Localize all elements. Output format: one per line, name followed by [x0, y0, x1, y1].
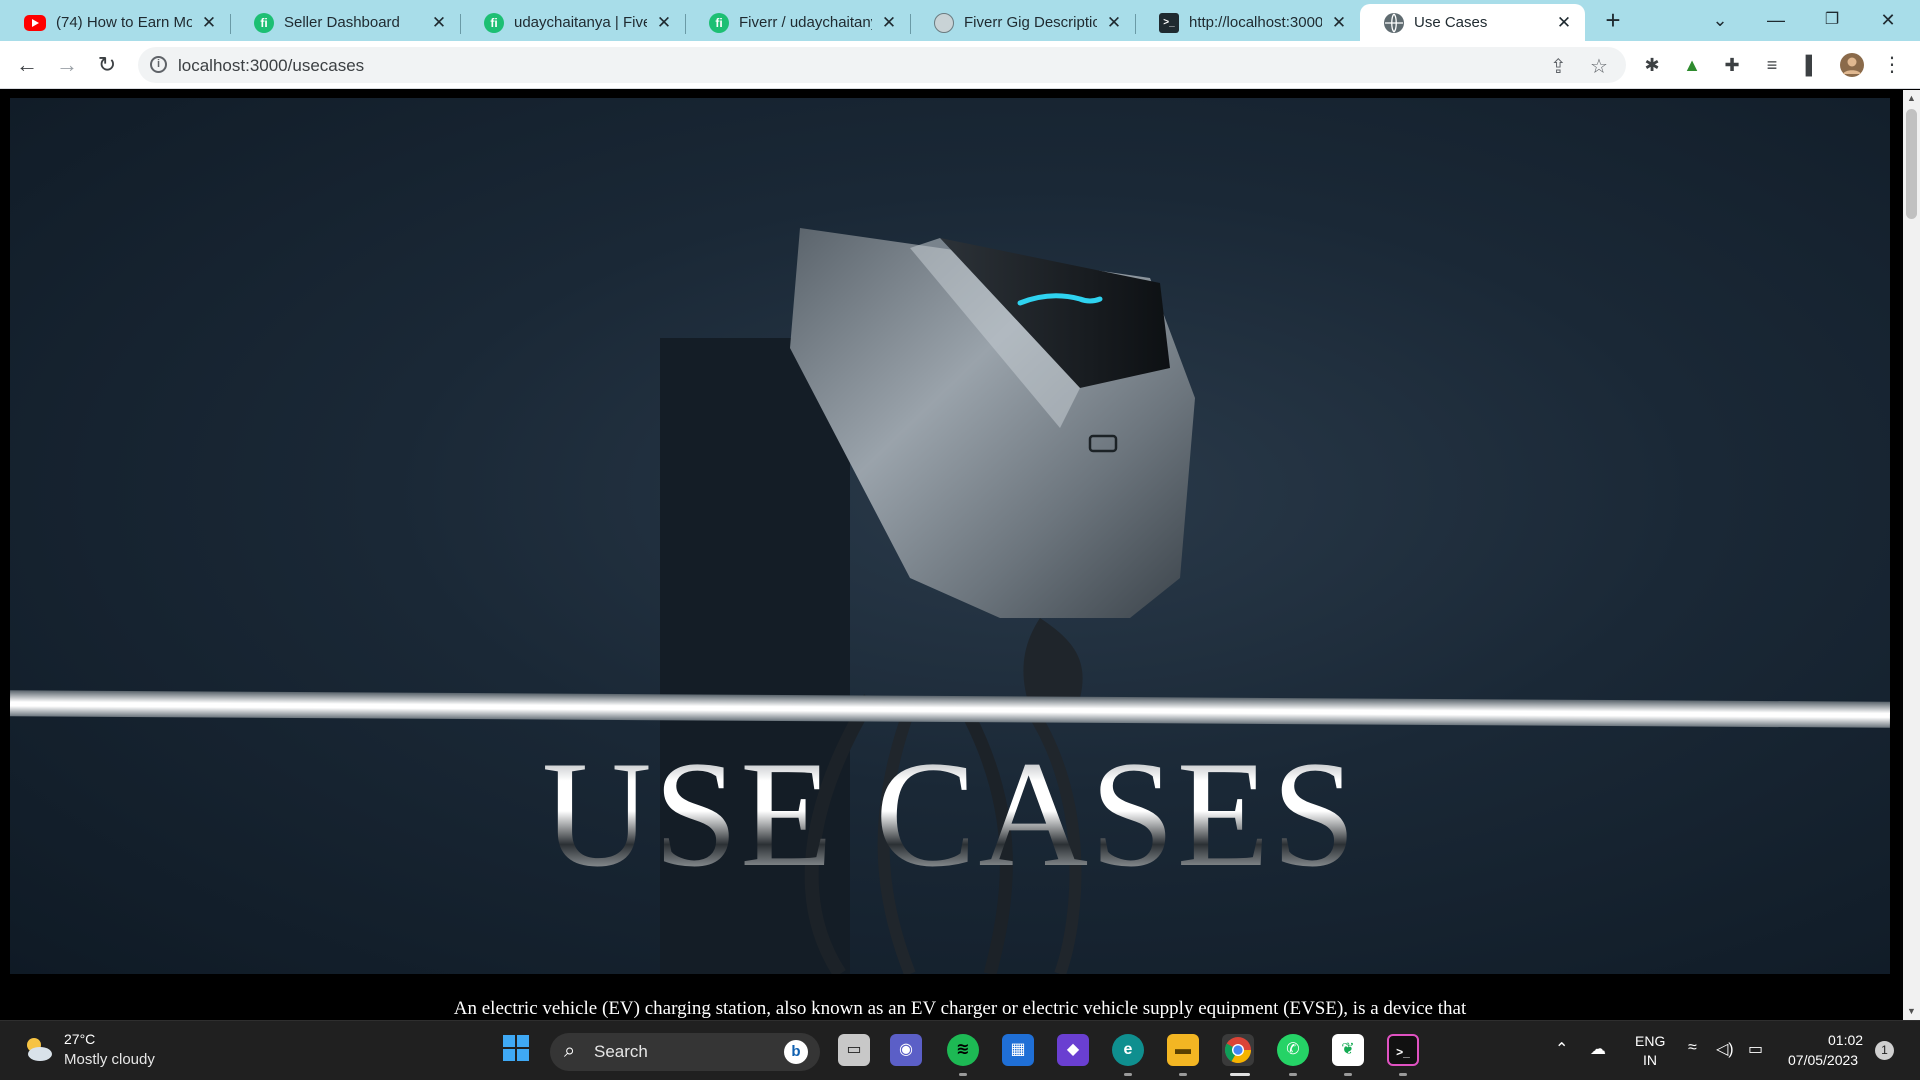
terminal-icon: >_ [1159, 12, 1179, 33]
close-window-button[interactable]: ✕ [1860, 0, 1916, 41]
tab-gig-description[interactable]: Fiverr Gig Description ✕ [910, 4, 1136, 41]
side-panel-icon[interactable]: ▌ [1800, 53, 1824, 77]
language-region[interactable]: IN [1643, 1052, 1657, 1068]
running-indicator [1124, 1073, 1132, 1076]
close-icon[interactable]: ✕ [655, 13, 673, 33]
youtube-icon [24, 14, 46, 31]
terminal-app-icon[interactable]: >_ [1387, 1034, 1419, 1066]
share-icon[interactable]: ⇪ [1550, 54, 1567, 79]
tab-use-cases[interactable]: Use Cases ✕ [1360, 4, 1585, 41]
tab-title: (74) How to Earn Mon [56, 14, 192, 31]
taskbar-search[interactable]: ⌕ Search b [550, 1033, 820, 1071]
search-icon: ⌕ [564, 1040, 576, 1062]
close-icon[interactable]: ✕ [430, 13, 448, 33]
scroll-thumb[interactable] [1906, 109, 1917, 219]
tab-fiverr-profile[interactable]: fi udaychaitanya | Fiverr ✕ [460, 4, 686, 41]
mongodb-icon[interactable]: ❦ [1332, 1034, 1364, 1066]
weather-description[interactable]: Mostly cloudy [64, 1051, 155, 1068]
page-scrollbar[interactable]: ▲ ▼ [1903, 90, 1920, 1020]
tab-title: udaychaitanya | Fiverr [514, 14, 647, 31]
hero-banner: USE CASES [10, 98, 1890, 974]
file-explorer-icon[interactable]: ▬ [1167, 1034, 1199, 1066]
scroll-down-arrow-icon[interactable]: ▼ [1903, 1003, 1920, 1020]
media-playlist-icon[interactable]: ≡ [1760, 53, 1784, 77]
battery-icon[interactable]: ▭ [1748, 1039, 1763, 1059]
running-indicator [1344, 1073, 1352, 1076]
tab-title: Seller Dashboard [284, 14, 400, 31]
browser-toolbar: ← → ↻ i localhost:3000/usecases ⇪ ☆ ✱ ▲ … [0, 41, 1920, 89]
tab-search-chevron-icon[interactable]: ⌄ [1692, 0, 1748, 41]
address-text[interactable]: localhost:3000/usecases [178, 56, 364, 76]
tab-fiverr-gigs[interactable]: fi Fiverr / udaychaitanya ✕ [685, 4, 911, 41]
reload-button[interactable]: ↻ [92, 50, 122, 80]
minimize-button[interactable]: — [1748, 0, 1804, 41]
close-icon[interactable]: ✕ [200, 13, 218, 33]
bookmark-star-icon[interactable]: ☆ [1590, 54, 1608, 79]
running-indicator [1179, 1073, 1187, 1076]
intro-paragraph: An electric vehicle (EV) charging statio… [453, 998, 1467, 1019]
close-icon[interactable]: ✕ [1555, 13, 1573, 33]
globe-icon [1384, 12, 1404, 33]
forward-button[interactable]: → [52, 50, 82, 80]
chatgpt-icon [934, 12, 954, 33]
task-view-icon[interactable]: ▭ [838, 1034, 870, 1066]
copilot-icon[interactable]: ◆ [1057, 1034, 1089, 1066]
tab-youtube[interactable]: (74) How to Earn Mon ✕ [0, 4, 231, 41]
teams-chat-icon[interactable]: ◉ [890, 1034, 922, 1066]
page-viewport: USE CASES An electric vehicle (EV) charg… [0, 90, 1920, 1020]
weather-cloud-icon[interactable] [22, 1035, 54, 1063]
show-hidden-icons-chevron-icon[interactable]: ⌃ [1555, 1039, 1568, 1059]
chrome-icon[interactable] [1222, 1034, 1254, 1066]
windows-start-icon[interactable] [500, 1034, 532, 1066]
address-bar[interactable]: i localhost:3000/usecases ⇪ ☆ [138, 47, 1626, 83]
wifi-icon[interactable]: ≈ [1688, 1039, 1697, 1057]
hero-title: USE CASES [10, 738, 1890, 890]
close-icon[interactable]: ✕ [1105, 13, 1123, 33]
new-tab-button[interactable]: + [1598, 6, 1628, 36]
notification-badge[interactable]: 1 [1875, 1041, 1894, 1060]
edge-icon[interactable]: e [1112, 1034, 1144, 1066]
tab-title: Fiverr Gig Description [964, 14, 1097, 31]
tab-strip: (74) How to Earn Mon ✕ fi Seller Dashboa… [0, 0, 1920, 41]
tab-localhost[interactable]: >_ http://localhost:3000 ✕ [1135, 4, 1360, 41]
bug-extension-icon[interactable]: ✱ [1640, 53, 1664, 77]
clock-date[interactable]: 07/05/2023 [1788, 1052, 1858, 1068]
scroll-up-arrow-icon[interactable]: ▲ [1903, 90, 1920, 107]
html-extension-icon[interactable]: ▲ [1680, 53, 1704, 77]
site-info-icon[interactable]: i [150, 56, 167, 73]
tab-seller-dashboard[interactable]: fi Seller Dashboard ✕ [230, 4, 461, 41]
profile-avatar[interactable] [1840, 53, 1864, 77]
weather-temperature[interactable]: 27°C [64, 1031, 95, 1047]
clock-time[interactable]: 01:02 [1828, 1032, 1863, 1048]
tab-title: Use Cases [1414, 14, 1488, 31]
extensions-puzzle-icon[interactable]: ✚ [1720, 53, 1744, 77]
search-label: Search [594, 1042, 648, 1061]
back-button[interactable]: ← [12, 50, 42, 80]
fiverr-icon: fi [484, 12, 504, 33]
close-icon[interactable]: ✕ [880, 13, 898, 33]
tab-title: Fiverr / udaychaitanya [739, 14, 872, 31]
fiverr-icon: fi [709, 12, 729, 33]
menu-kebab-icon[interactable]: ⋮ [1880, 53, 1904, 77]
close-icon[interactable]: ✕ [1330, 13, 1348, 33]
running-indicator [1289, 1073, 1297, 1076]
spotify-icon[interactable]: ≋ [947, 1034, 979, 1066]
restore-button[interactable]: ❐ [1804, 0, 1860, 41]
running-indicator [959, 1073, 967, 1076]
tab-title: http://localhost:3000 [1189, 14, 1322, 31]
bing-icon[interactable]: b [784, 1040, 808, 1064]
language-indicator[interactable]: ENG [1635, 1033, 1665, 1049]
onedrive-cloud-icon[interactable]: ☁ [1590, 1039, 1606, 1059]
running-indicator [1399, 1073, 1407, 1076]
whatsapp-icon[interactable]: ✆ [1277, 1034, 1309, 1066]
calendar-icon[interactable]: ▦ [1002, 1034, 1034, 1066]
fiverr-icon: fi [254, 12, 274, 33]
active-indicator [1230, 1073, 1250, 1076]
windows-taskbar: 27°C Mostly cloudy ⌕ Search b ▭ ◉ ≋ ▦ ◆ … [0, 1020, 1920, 1080]
volume-icon[interactable]: ◁) [1716, 1039, 1734, 1059]
